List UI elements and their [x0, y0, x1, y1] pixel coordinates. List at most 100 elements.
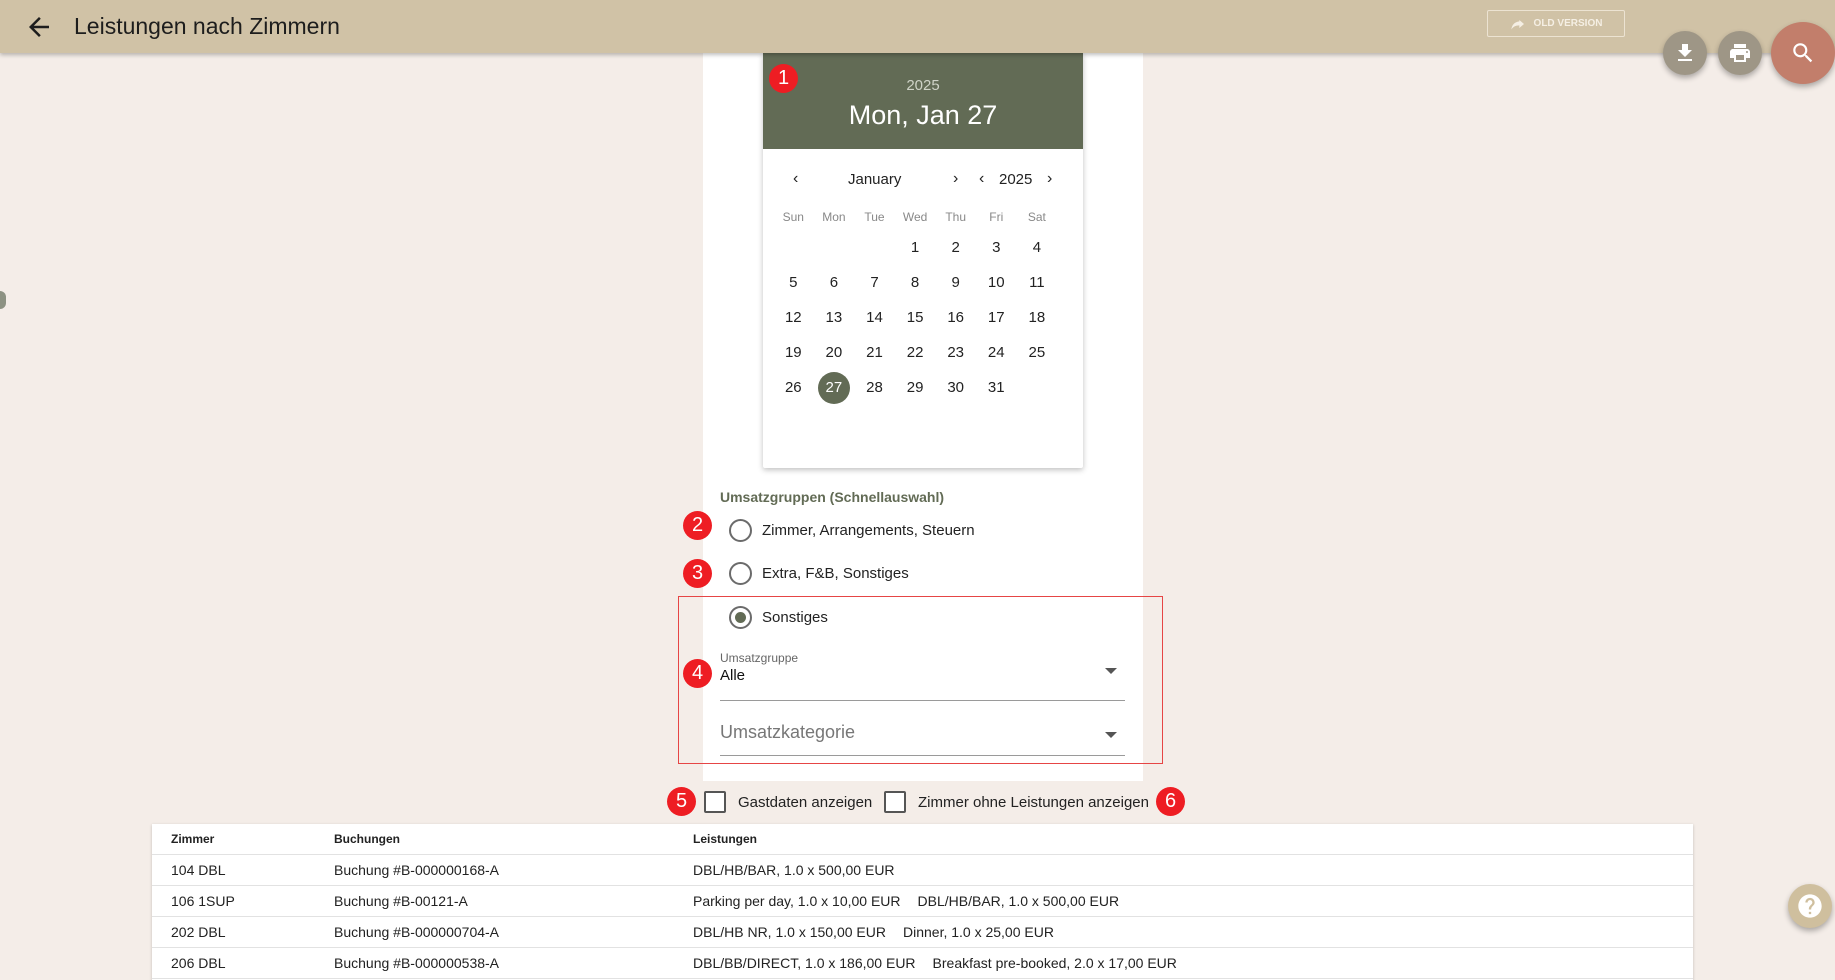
calendar-day[interactable]: 3 — [976, 232, 1017, 264]
calendar-day[interactable]: 12 — [773, 302, 814, 334]
search-icon — [1793, 43, 1813, 63]
calendar-day[interactable]: 16 — [935, 302, 976, 334]
calendar-day[interactable]: 8 — [895, 267, 936, 299]
calendar-day-number: 14 — [866, 308, 883, 326]
year-label: 2025 — [999, 171, 1033, 188]
calendar-day[interactable]: 30 — [935, 372, 976, 404]
date-picker-selected-date[interactable]: Mon, Jan 27 — [763, 100, 1083, 131]
calendar-day-number: 23 — [947, 343, 965, 361]
help-icon — [1798, 894, 1822, 918]
calendar-day[interactable]: 25 — [1017, 337, 1058, 369]
next-year-icon[interactable]: › — [1047, 171, 1052, 187]
cell-buchung[interactable]: Buchung #B-000000704-A — [334, 917, 499, 948]
table-row[interactable]: 106 1SUP Buchung #B-00121-A Parking per da… — [152, 886, 1693, 917]
next-month-icon[interactable]: › — [953, 171, 958, 187]
calendar-day[interactable]: 15 — [895, 302, 936, 334]
calendar-day[interactable]: 6 — [814, 267, 855, 299]
calendar-day[interactable]: 20 — [814, 337, 855, 369]
print-icon — [1730, 44, 1750, 62]
cell-buchung[interactable]: Buchung #B-00121-A — [334, 886, 468, 917]
calendar-day-number: 30 — [947, 378, 965, 396]
calendar-day[interactable]: 19 — [773, 337, 814, 369]
calendar-day[interactable]: 7 — [854, 267, 895, 299]
calendar-day[interactable]: 2 — [935, 232, 976, 264]
column-header-zimmer[interactable]: Zimmer — [171, 824, 214, 855]
checkbox-box[interactable] — [704, 791, 726, 813]
calendar-day[interactable]: 24 — [976, 337, 1017, 369]
calendar-day-selected[interactable]: 27 — [814, 371, 855, 404]
calendar-day-number: 16 — [947, 308, 965, 326]
side-drawer-handle[interactable] — [0, 291, 6, 309]
old-version-button[interactable]: OLD VERSION — [1487, 10, 1625, 37]
calendar-day-number: 10 — [987, 273, 1005, 291]
cell-zimmer: 104 DBL — [171, 862, 226, 878]
calendar-day-number: 26 — [784, 378, 802, 396]
calendar-grid: Sun Mon Tue Wed Thu Fri Sat 1 2 3 4 5 6 7 8 9 10 11 12 13 1… — [773, 210, 1073, 405]
checkbox-zimmer-ohne-leistungen[interactable]: Zimmer ohne Leistungen anzeigen — [884, 791, 1149, 813]
calendar-day[interactable]: 5 — [773, 267, 814, 299]
leistung-item: DBL/BB/DIRECT, 1.0 x 186,00 EUR — [693, 955, 916, 971]
calendar-day-number: 24 — [987, 343, 1005, 361]
calendar-day[interactable]: 4 — [1017, 232, 1058, 264]
date-picker-year[interactable]: 2025 — [763, 53, 1083, 94]
calendar-day[interactable]: 22 — [895, 337, 936, 369]
umsatzgruppe-label: Umsatzgruppe — [720, 651, 799, 665]
weekday-label: Tue — [864, 210, 885, 224]
calendar-day[interactable]: 14 — [854, 302, 895, 334]
calendar-day[interactable]: 13 — [814, 302, 855, 334]
calendar-day-number: 31 — [987, 378, 1005, 396]
calendar-day[interactable]: 17 — [976, 302, 1017, 334]
calendar-day[interactable]: 23 — [935, 337, 976, 369]
radio-zimmer-arrangements[interactable]: Zimmer, Arrangements, Steuern — [729, 519, 975, 542]
calendar-day[interactable]: 10 — [976, 267, 1017, 299]
back-button[interactable] — [24, 12, 54, 42]
step-badge-6: 6 — [1156, 787, 1185, 816]
cell-buchung[interactable]: Buchung #B-000000538-A — [334, 948, 499, 979]
calendar-day[interactable]: 1 — [895, 232, 936, 264]
month-label: January — [848, 171, 902, 188]
table-header: Zimmer Buchungen Leistungen — [152, 824, 1693, 855]
column-header-buchungen[interactable]: Buchungen — [334, 824, 400, 855]
help-button[interactable] — [1788, 884, 1832, 928]
print-button[interactable] — [1718, 31, 1762, 75]
checkbox-box[interactable] — [884, 791, 906, 813]
umsatzgruppe-select[interactable]: Umsatzgruppe Alle — [720, 651, 1125, 701]
search-button[interactable] — [1771, 22, 1835, 84]
calendar-day[interactable]: 11 — [1017, 267, 1058, 299]
calendar-day[interactable]: 28 — [854, 372, 895, 404]
checkbox-gastdaten[interactable]: Gastdaten anzeigen — [704, 791, 872, 813]
table-body: 104 DBL Buchung #B-000000168-A DBL/HB/BAR,… — [152, 855, 1693, 979]
radio-extra-fb[interactable]: Extra, F&B, Sonstiges — [729, 562, 909, 585]
calendar-day-number: 22 — [906, 343, 924, 361]
cell-buchung[interactable]: Buchung #B-000000168-A — [334, 855, 499, 886]
calendar-day[interactable]: 29 — [895, 372, 936, 404]
calendar-day-number: 7 — [870, 273, 879, 291]
prev-year-icon[interactable]: ‹ — [979, 171, 984, 187]
umsatzgruppen-section-label: Umsatzgruppen (Schnellauswahl) — [720, 489, 945, 505]
leistung-item: DBL/HB NR, 1.0 x 150,00 EUR — [693, 924, 886, 940]
prev-month-icon[interactable]: ‹ — [793, 171, 798, 187]
calendar-day[interactable]: 31 — [976, 372, 1017, 404]
chevron-down-icon[interactable] — [1105, 732, 1117, 738]
calendar-week-row: 12 13 14 15 16 17 18 — [773, 300, 1073, 335]
table-row[interactable]: 206 DBL Buchung #B-000000538-A DBL/BB/DIRE… — [152, 948, 1693, 979]
chevron-down-icon[interactable] — [1105, 668, 1117, 674]
download-button[interactable] — [1663, 31, 1707, 75]
umsatzkategorie-select[interactable]: Umsatzkategorie — [720, 722, 1125, 756]
calendar-day-number: 5 — [789, 273, 798, 291]
column-header-leistungen[interactable]: Leistungen — [693, 824, 757, 855]
table-row[interactable]: 104 DBL Buchung #B-000000168-A DBL/HB/BAR,… — [152, 855, 1693, 886]
table-row[interactable]: 202 DBL Buchung #B-000000704-A DBL/HB NR, … — [152, 917, 1693, 948]
calendar-day[interactable]: 21 — [854, 337, 895, 369]
calendar-day[interactable]: 9 — [935, 267, 976, 299]
weekday-label: Fri — [989, 210, 1004, 224]
umsatzgruppe-value: Alle — [720, 667, 746, 684]
leistung-item: Parking per day, 1.0 x 10,00 EUR — [693, 893, 901, 909]
radio-button[interactable] — [729, 562, 752, 585]
calendar-day-number: 3 — [992, 238, 1001, 256]
calendar-day-empty — [814, 232, 855, 264]
cell-zimmer: 202 DBL — [171, 924, 226, 940]
radio-button[interactable] — [729, 519, 752, 542]
calendar-day[interactable]: 18 — [1017, 302, 1058, 334]
calendar-day[interactable]: 26 — [773, 372, 814, 404]
